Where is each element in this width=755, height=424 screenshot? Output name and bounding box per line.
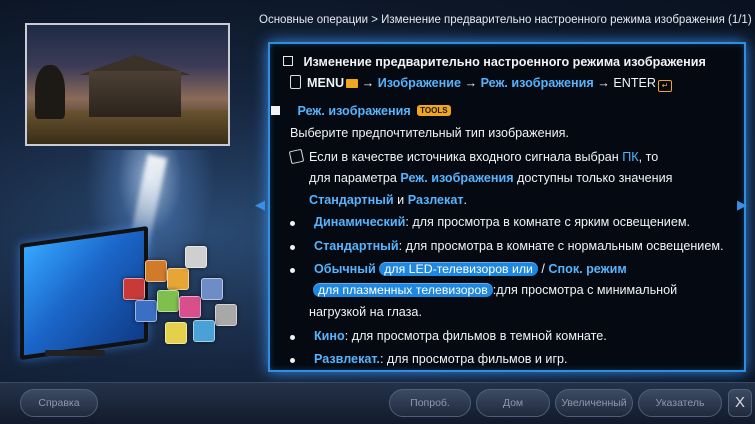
- item-title: Реж. изображения: [297, 104, 411, 118]
- list-item: Динамический: для просмотра в комнате с …: [267, 215, 737, 229]
- help-button[interactable]: Справка: [20, 389, 98, 417]
- path-step-picture: Изображение: [377, 76, 461, 90]
- bullet-icon: [290, 245, 295, 250]
- index-button[interactable]: Указатель: [638, 389, 722, 417]
- bullet-icon: [290, 268, 295, 273]
- tv-illustration: [15, 150, 245, 375]
- menu-icon: [346, 79, 359, 88]
- list-item: Развлекат.: для просмотра фильмов и игр.: [267, 352, 737, 366]
- filled-square-icon: [271, 106, 280, 115]
- list-item: Обычный для LED-телевизоров или / Спок. …: [267, 262, 737, 276]
- scene-thumbnail: [25, 23, 230, 146]
- home-button[interactable]: Дом: [476, 389, 550, 417]
- note-icon: [288, 148, 305, 165]
- try-button[interactable]: Попроб.: [389, 389, 471, 417]
- list-item: Стандартный: для просмотра в комнате с н…: [267, 239, 737, 253]
- path-step-picture-mode: Реж. изображения: [480, 76, 594, 90]
- item-heading: Реж. изображения TOOLS: [271, 104, 451, 118]
- section-title: Изменение предварительно настроенного ре…: [303, 55, 706, 69]
- arrow-right-icon[interactable]: ▶: [737, 197, 747, 213]
- item-description: Выберите предпочтительный тип изображени…: [290, 126, 569, 140]
- bullet-icon: [290, 358, 295, 363]
- arrow-left-icon[interactable]: ◀: [255, 197, 265, 213]
- note-line-2: для параметра Реж. изображения доступны …: [309, 171, 673, 185]
- note-line-3: Стандартный и Разлекат.: [309, 193, 468, 207]
- led-note-highlight: для LED-телевизоров или: [379, 262, 538, 276]
- breadcrumb: Основные операции > Изменение предварите…: [259, 14, 752, 26]
- list-item-continuation: нагрузкой на глаза.: [309, 305, 422, 319]
- tools-icon: TOOLS: [417, 105, 451, 116]
- plasma-note-highlight: для плазменных телевизоров: [313, 283, 493, 297]
- bullet-icon: [290, 221, 295, 226]
- list-item: Кино: для просмотра фильмов в темной ком…: [267, 329, 737, 343]
- list-item-continuation: для плазменных телевизоров:для просмотра…: [313, 283, 677, 297]
- square-bullet-icon: [283, 56, 293, 66]
- close-button[interactable]: X: [728, 389, 752, 417]
- menu-path: MENU → Изображение → Реж. изображения → …: [290, 75, 673, 92]
- bullet-icon: [290, 335, 295, 340]
- section-heading: Изменение предварительно настроенного ре…: [283, 55, 706, 69]
- remote-icon: [290, 75, 301, 89]
- enter-icon: ↵: [658, 80, 673, 92]
- note-line-1: Если в качестве источника входного сигна…: [288, 148, 658, 165]
- zoom-button[interactable]: Увеличенный: [555, 389, 633, 417]
